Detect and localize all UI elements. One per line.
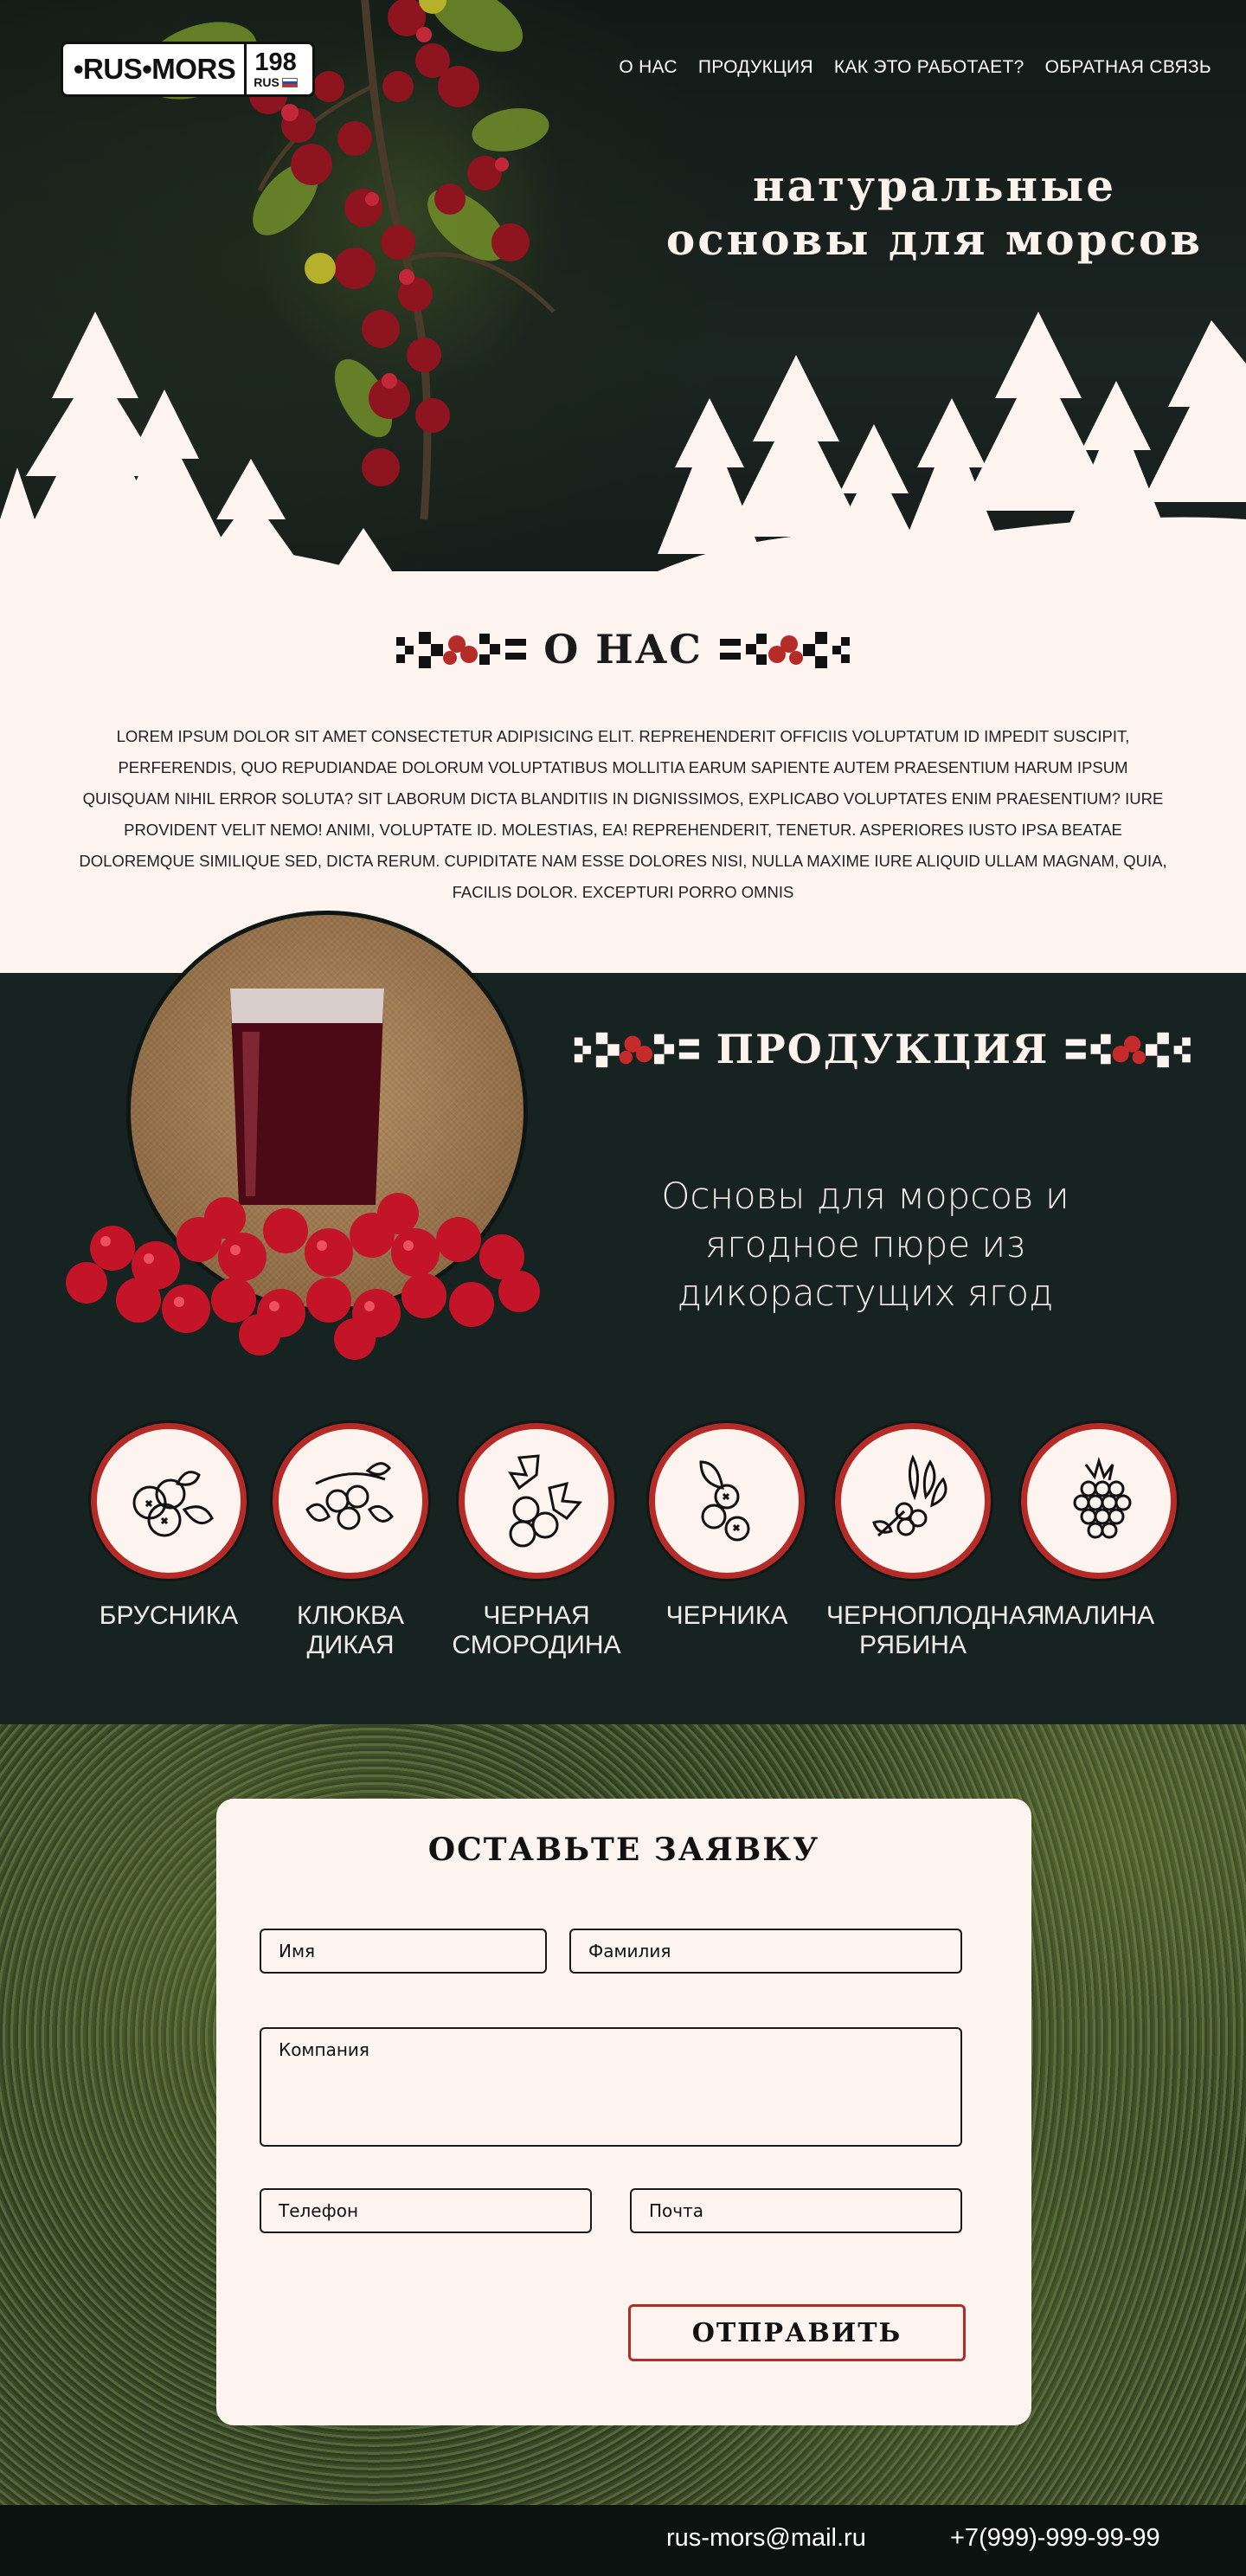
products-subtitle: Основы для морсов и ягодное пюре из дико… — [661, 1175, 1069, 1314]
blueberry-icon — [699, 1460, 750, 1542]
berry-item-raspberry[interactable]: МАЛИНА — [1012, 1423, 1185, 1631]
request-form: ОСТАВЬТЕ ЗАЯВКУ ОТПРАВИТЬ — [216, 1799, 1031, 2425]
cranberry-juice-glass-image — [66, 989, 540, 1360]
lingonberry-icon — [132, 1471, 214, 1537]
logo-country-text: RUS — [254, 75, 279, 89]
nav-item-products[interactable]: ПРОДУКЦИЯ — [698, 57, 813, 78]
folk-ornament-right-icon — [719, 632, 850, 668]
nav-item-about[interactable]: О НАС — [619, 57, 678, 78]
about-heading: О НАС — [0, 625, 1246, 673]
berry-list: БРУСНИКА КЛЮКВА ДИКАЯ ЧЕРНАЯ СМОРОДИНА Ч… — [82, 1423, 1190, 1659]
products-title: ПРОДУКЦИЯ — [716, 1026, 1050, 1072]
logo-brand-text: •RUS•MORS — [74, 53, 236, 85]
first-name-input[interactable] — [260, 1929, 547, 1974]
russia-flag-icon — [281, 77, 298, 87]
berry-item-blackcurrant[interactable]: ЧЕРНАЯ СМОРОДИНА — [450, 1423, 623, 1660]
berry-name: КЛЮКВА ДИКАЯ — [297, 1601, 404, 1659]
nav-item-how-it-works[interactable]: КАК ЭТО РАБОТАЕТ? — [834, 57, 1024, 78]
berry-name: ЧЕРНОПЛОДНАЯ РЯБИНА — [826, 1601, 1045, 1659]
berry-name: МАЛИНА — [1043, 1601, 1155, 1630]
raspberry-icon — [1073, 1456, 1132, 1539]
berry-item-chokeberry[interactable]: ЧЕРНОПЛОДНАЯ РЯБИНА — [826, 1423, 1045, 1660]
folk-ornament-right-icon — [1066, 1032, 1191, 1068]
products-heading: ПРОДУКЦИЯ — [571, 1025, 1194, 1073]
products-section: ПРОДУКЦИЯ Основы для морсов и ягодное пю… — [0, 911, 1246, 1724]
berry-name: БРУСНИКА — [99, 1601, 239, 1630]
footer: rus-mors@mail.ru +7(999)-999-99-99 — [0, 2505, 1246, 2576]
berry-name: ЧЕРНАЯ СМОРОДИНА — [452, 1601, 621, 1659]
about-title: О НАС — [543, 626, 703, 673]
main-nav: О НАС ПРОДУКЦИЯ КАК ЭТО РАБОТАЕТ? ОБРАТН… — [619, 57, 1211, 78]
email-input[interactable] — [630, 2188, 962, 2233]
footer-phone-link[interactable]: +7(999)-999-99-99 — [950, 2524, 1160, 2553]
folk-ornament-left-icon — [574, 1032, 699, 1068]
logo-region-number: 198 — [254, 48, 297, 76]
request-form-section: ОСТАВЬТЕ ЗАЯВКУ ОТПРАВИТЬ — [0, 1724, 1246, 2505]
cranberry-icon — [305, 1462, 394, 1530]
forest-silhouette — [0, 312, 1246, 597]
form-title: ОСТАВЬТЕ ЗАЯВКУ — [427, 1832, 820, 1868]
logo[interactable]: •RUS•MORS 198 RUS — [61, 42, 315, 97]
berry-item-blueberry[interactable]: ЧЕРНИКА — [640, 1423, 813, 1631]
blackcurrant-icon — [508, 1454, 582, 1548]
submit-button[interactable]: ОТПРАВИТЬ — [628, 2304, 966, 2361]
last-name-input[interactable] — [569, 1929, 962, 1974]
logo-region-box: 198 RUS — [244, 44, 305, 94]
berry-item-cranberry[interactable]: КЛЮКВА ДИКАЯ — [264, 1423, 437, 1660]
berry-name: ЧЕРНИКА — [665, 1601, 788, 1630]
hero-section: •RUS•MORS 198 RUS О НАС ПРОДУКЦИЯ КАК ЭТ… — [0, 0, 1246, 597]
folk-ornament-left-icon — [396, 632, 527, 668]
nav-item-feedback[interactable]: ОБРАТНАЯ СВЯЗЬ — [1045, 57, 1211, 78]
footer-email-link[interactable]: rus-mors@mail.ru — [666, 2524, 866, 2553]
phone-input[interactable] — [260, 2188, 592, 2233]
hero-title: НАТУРАЛЬНЫЕ ОСНОВЫ ДЛЯ МОРСОВ — [665, 159, 1204, 265]
about-paragraph: Lorem ipsum dolor sit amet consectetur a… — [79, 726, 1167, 901]
chokeberry-icon — [872, 1454, 947, 1537]
company-input[interactable] — [260, 2027, 962, 2147]
berry-item-lingonberry[interactable]: БРУСНИКА — [82, 1423, 255, 1631]
